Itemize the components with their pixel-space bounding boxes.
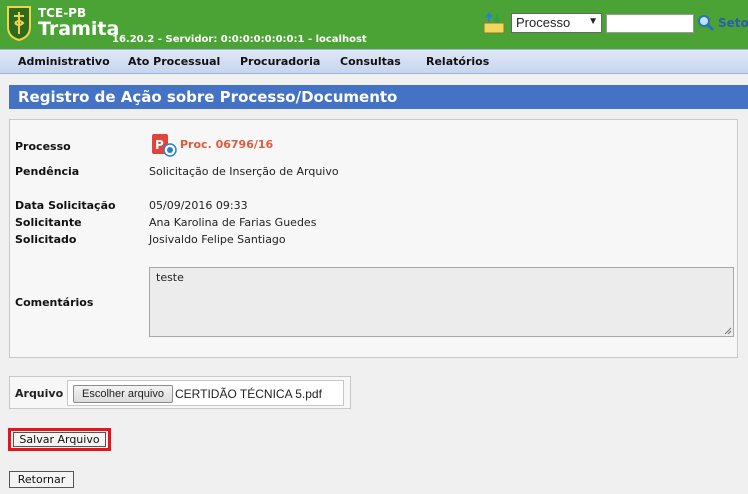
pendencia-label: Pendência: [15, 165, 80, 178]
menu-item-relatorios[interactable]: Relatórios: [426, 55, 489, 68]
chevron-down-icon: ▼: [588, 16, 598, 27]
comentarios-text: teste: [156, 271, 184, 284]
data-solicitacao-label: Data Solicitação: [15, 199, 116, 212]
pdf-document-icon: P: [152, 134, 177, 157]
arquivo-label: Arquivo: [15, 387, 64, 400]
file-upload-panel: Arquivo Escolher arquivo CERTIDÃO TÉCNIC…: [9, 376, 351, 409]
menu-item-ato-processual[interactable]: Ato Processual: [128, 55, 220, 68]
search-icon[interactable]: [697, 14, 715, 32]
server-info: 16.20.2 - Servidor: 0:0:0:0:0:0:0:1 - lo…: [112, 34, 367, 45]
menu-item-administrativo[interactable]: Administrativo: [18, 55, 110, 68]
page-title: Registro de Ação sobre Processo/Document…: [9, 85, 748, 109]
solicitante-value: Ana Karolina de Farias Guedes: [149, 216, 317, 229]
save-file-button[interactable]: Salvar Arquivo: [13, 432, 106, 447]
app-name: Tramita: [38, 18, 120, 40]
search-type-select[interactable]: Processo ▼: [511, 13, 602, 33]
resize-handle-icon[interactable]: [724, 327, 732, 335]
comentarios-label: Comentários: [15, 296, 94, 309]
processo-label: Processo: [15, 140, 71, 153]
search-input[interactable]: [606, 14, 694, 33]
tray-arrows-icon[interactable]: [482, 12, 506, 34]
solicitado-label: Solicitado: [15, 233, 77, 246]
main-menu: Administrativo Ato Processual Procurador…: [0, 49, 748, 74]
app-header: TCE-PB Tramita 16.20.2 - Servidor: 0:0:0…: [0, 0, 748, 49]
solicitado-value: Josivaldo Felipe Santiago: [149, 233, 286, 246]
menu-item-consultas[interactable]: Consultas: [340, 55, 401, 68]
file-input[interactable]: Escolher arquivo CERTIDÃO TÉCNICA 5.pdf: [67, 380, 344, 406]
data-solicitacao-value: 05/09/2016 09:33: [149, 199, 248, 212]
menu-item-procuradoria[interactable]: Procuradoria: [240, 55, 320, 68]
choose-file-button[interactable]: Escolher arquivo: [73, 385, 173, 403]
solicitante-label: Solicitante: [15, 216, 82, 229]
processo-link[interactable]: Proc. 06796/16: [180, 138, 273, 151]
search-type-value: Processo: [516, 15, 571, 30]
request-details-panel: Processo P Proc. 06796/16 Pendência Soli…: [9, 119, 738, 358]
setor-label[interactable]: Setor: [718, 16, 748, 30]
tce-logo-icon: [7, 6, 31, 41]
back-button[interactable]: Retornar: [9, 471, 74, 488]
svg-text:P: P: [155, 138, 164, 152]
selected-file-name: CERTIDÃO TÉCNICA 5.pdf: [175, 387, 322, 401]
comentarios-textarea[interactable]: teste: [149, 267, 734, 337]
pendencia-value: Solicitação de Inserção de Arquivo: [149, 165, 339, 178]
